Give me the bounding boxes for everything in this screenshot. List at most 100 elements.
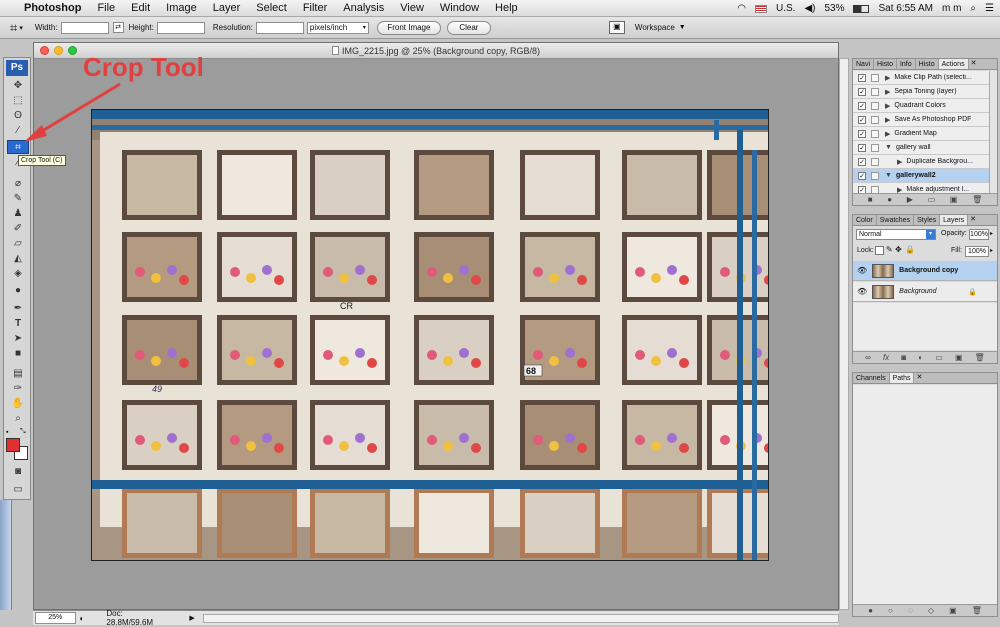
zoom-window-button[interactable] bbox=[68, 46, 77, 55]
new-path-icon[interactable]: ▣ bbox=[949, 606, 957, 615]
healing-brush-tool-icon[interactable]: ⌀ bbox=[7, 176, 29, 190]
disclosure-icon[interactable]: ▶ bbox=[885, 102, 890, 110]
vertical-scrollbar[interactable] bbox=[839, 58, 849, 610]
blur-tool-icon[interactable]: ◈ bbox=[7, 266, 29, 280]
close-tab-icon[interactable]: ✕ bbox=[969, 59, 979, 69]
clock[interactable]: Sat 6:55 AM bbox=[878, 3, 932, 14]
clone-stamp-tool-icon[interactable]: ♟ bbox=[7, 206, 29, 220]
checkmark-icon[interactable]: ✓ bbox=[858, 129, 866, 138]
hand-tool-icon[interactable]: ✋ bbox=[7, 396, 29, 410]
status-menu-icon[interactable]: ◐ bbox=[80, 614, 85, 623]
checkmark-icon[interactable]: ✓ bbox=[858, 143, 866, 152]
disclosure-icon[interactable]: ▶ bbox=[885, 88, 890, 96]
opacity-input[interactable]: 100% bbox=[969, 229, 989, 240]
play-icon[interactable]: ▶ bbox=[907, 195, 913, 204]
paint-bucket-tool-icon[interactable]: ◭ bbox=[7, 251, 29, 265]
app-menu[interactable]: Photoshop bbox=[16, 2, 89, 14]
history-brush-tool-icon[interactable]: ✐ bbox=[7, 221, 29, 235]
swap-icon[interactable]: ⇄ bbox=[112, 22, 124, 33]
eye-icon[interactable]: 👁 bbox=[857, 287, 867, 296]
lock-transparency-icon[interactable] bbox=[875, 246, 884, 255]
zoom-level-field[interactable]: 25% bbox=[35, 612, 76, 624]
tab-info[interactable]: Info bbox=[897, 59, 916, 69]
disclosure-icon[interactable]: ▼ bbox=[885, 144, 892, 151]
dialog-toggle-icon[interactable] bbox=[871, 73, 879, 82]
action-row[interactable]: ✓ ▼ gallery wall bbox=[853, 141, 989, 155]
menu-view[interactable]: View bbox=[392, 2, 432, 14]
eyedropper-tool-icon[interactable]: ✑ bbox=[7, 381, 29, 395]
units-select[interactable]: pixels/inch ▾ bbox=[306, 21, 369, 34]
dodge-tool-icon[interactable]: ● bbox=[7, 283, 29, 297]
new-set-icon[interactable]: ▭ bbox=[928, 195, 936, 204]
lock-position-icon[interactable]: ✥ bbox=[895, 245, 902, 254]
quick-mask-icon[interactable]: ◙ bbox=[7, 464, 29, 478]
trash-icon[interactable]: 🗑 bbox=[972, 195, 982, 204]
lock-image-icon[interactable]: ✎ bbox=[886, 245, 893, 254]
swap-colors-icon[interactable]: ⤡ bbox=[20, 428, 26, 436]
tab-navigator[interactable]: Navi bbox=[853, 59, 875, 69]
type-tool-icon[interactable]: T bbox=[7, 316, 29, 330]
list-icon[interactable]: ☰ bbox=[985, 3, 994, 14]
layer-row-background[interactable]: 👁 Background 🔒 bbox=[853, 282, 997, 302]
wifi-icon[interactable]: ◠ bbox=[737, 3, 746, 14]
disclosure-icon[interactable]: ▶ bbox=[885, 74, 890, 82]
brush-tool-icon[interactable]: ✎ bbox=[7, 191, 29, 205]
blend-mode-select[interactable]: Normal ▾ bbox=[856, 229, 936, 240]
crop-tool-preset-icon[interactable]: ⌗ bbox=[10, 20, 17, 36]
action-row[interactable]: ✓ ▼ gallerywall2 bbox=[853, 169, 989, 183]
new-action-icon[interactable]: ▣ bbox=[950, 195, 958, 204]
eraser-tool-icon[interactable]: ▱ bbox=[7, 236, 29, 250]
battery-percent[interactable]: 53% bbox=[824, 3, 844, 14]
chevron-right-icon[interactable]: ▸ bbox=[990, 247, 993, 254]
adjustment-layer-icon[interactable]: ◐ bbox=[918, 353, 923, 362]
fill-path-icon[interactable]: ● bbox=[868, 606, 873, 615]
menu-filter[interactable]: Filter bbox=[295, 2, 335, 14]
tab-swatches[interactable]: Swatches bbox=[877, 215, 915, 225]
tab-color[interactable]: Color bbox=[853, 215, 877, 225]
menu-layer[interactable]: Layer bbox=[205, 2, 249, 14]
resolution-input[interactable] bbox=[255, 21, 304, 34]
tab-layers[interactable]: Layers bbox=[940, 215, 969, 225]
image-canvas[interactable]: CR 49 68 bbox=[91, 109, 769, 561]
volume-icon[interactable]: ◀) bbox=[804, 3, 815, 14]
tab-history[interactable]: Histo bbox=[916, 59, 939, 69]
zoom-tool-icon[interactable]: ⌕ bbox=[7, 411, 29, 425]
checkmark-icon[interactable]: ✓ bbox=[858, 115, 866, 124]
bridge-icon[interactable]: ▣ bbox=[608, 21, 625, 34]
fill-input[interactable]: 100% bbox=[965, 246, 989, 257]
menu-select[interactable]: Select bbox=[248, 2, 295, 14]
tab-channels[interactable]: Channels bbox=[853, 373, 890, 383]
layer-row-background-copy[interactable]: 👁 Background copy bbox=[853, 261, 997, 281]
front-image-button[interactable]: Front Image bbox=[376, 20, 441, 35]
checkmark-icon[interactable]: ✓ bbox=[858, 87, 866, 96]
menu-window[interactable]: Window bbox=[432, 2, 487, 14]
shape-tool-icon[interactable]: ■ bbox=[7, 346, 29, 360]
lock-all-icon[interactable]: 🔒 bbox=[905, 245, 915, 254]
action-row[interactable]: ✓ ▶ Sepia Toning (layer) bbox=[853, 85, 989, 99]
tab-actions[interactable]: Actions bbox=[938, 59, 969, 69]
action-row[interactable]: ✓ ▶ Duplicate Backgrou... bbox=[853, 155, 989, 169]
status-arrow-icon[interactable]: ▶ bbox=[189, 614, 194, 622]
screen-mode-icon[interactable]: ▭ bbox=[7, 482, 29, 496]
chevron-down-icon[interactable]: ▾ bbox=[19, 24, 23, 32]
make-work-path-icon[interactable]: ◇ bbox=[928, 606, 934, 615]
checkmark-icon[interactable]: ✓ bbox=[858, 101, 866, 110]
dialog-toggle-icon[interactable] bbox=[871, 143, 879, 152]
dialog-toggle-icon[interactable] bbox=[871, 171, 879, 180]
disclosure-icon[interactable]: ▼ bbox=[885, 172, 892, 179]
new-layer-icon[interactable]: ▣ bbox=[955, 353, 963, 362]
eye-icon[interactable]: 👁 bbox=[857, 266, 867, 275]
trash-icon[interactable]: 🗑 bbox=[975, 353, 985, 362]
path-selection-tool-icon[interactable]: ➤ bbox=[7, 331, 29, 345]
disclosure-icon[interactable]: ▶ bbox=[885, 130, 890, 138]
menu-help[interactable]: Help bbox=[487, 2, 526, 14]
checkmark-icon[interactable]: ✓ bbox=[858, 171, 866, 180]
action-row[interactable]: ✓ ▶ Save As Photoshop PDF bbox=[853, 113, 989, 127]
search-icon[interactable]: ⌕ bbox=[970, 3, 976, 14]
input-source[interactable]: U.S. bbox=[776, 3, 795, 14]
minimize-window-button[interactable] bbox=[54, 46, 63, 55]
disclosure-icon[interactable]: ▶ bbox=[885, 116, 890, 124]
dialog-toggle-icon[interactable] bbox=[871, 115, 879, 124]
load-selection-icon[interactable]: ◌ bbox=[908, 606, 913, 615]
layer-style-icon[interactable]: fx bbox=[883, 353, 889, 362]
